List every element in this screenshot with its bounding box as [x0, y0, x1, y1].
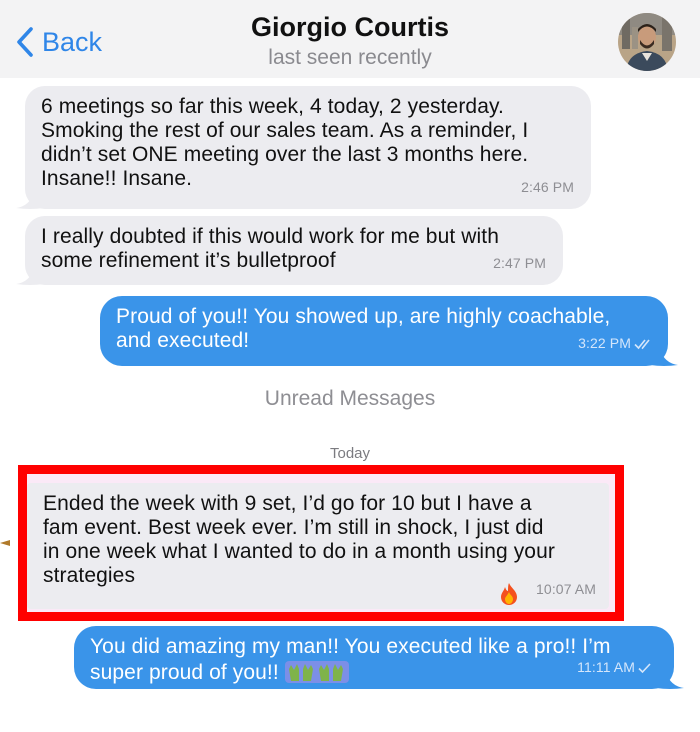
message-outgoing[interactable]: Proud of you!! You showed up, are highly… [100, 296, 668, 366]
chat-header: Back Giorgio Courtis last seen recently [0, 0, 700, 78]
avatar[interactable] [618, 13, 676, 71]
message-timestamp: 3:22 PM [578, 331, 654, 357]
message-timestamp: 2:47 PM [493, 255, 546, 271]
message-text-line: I really doubted if this would work for … [41, 225, 499, 248]
single-check-icon [638, 657, 652, 681]
message-text-line: super proud of you!! [90, 659, 656, 689]
unread-messages-divider: Unread Messages [264, 387, 436, 410]
raising-hands-emoji-icon [284, 659, 349, 689]
arrow-tip-icon [0, 540, 10, 546]
message-text-line: 6 meetings so far this week, 4 today, 2 … [41, 95, 504, 118]
fire-emoji-icon [498, 582, 520, 612]
message-incoming[interactable]: Ended the week with 9 set, I’d go for 10… [27, 483, 609, 609]
message-text-line: some refinement it’s bulletproof [41, 249, 336, 272]
message-text-line: You did amazing my man!! You executed li… [90, 635, 611, 658]
message-text-line: Smoking the rest of our sales team. As a… [41, 119, 529, 142]
double-check-icon [634, 333, 654, 357]
message-timestamp: 11:11 AM [577, 655, 652, 681]
message-text-line: Ended the week with 9 set, I’d go for 10… [43, 492, 532, 515]
message-outgoing[interactable]: You did amazing my man!! You executed li… [74, 626, 674, 689]
message-text-line: in one week what I wanted to do in a mon… [43, 540, 555, 563]
message-incoming[interactable]: I really doubted if this would work for … [25, 216, 563, 285]
message-incoming[interactable]: 6 meetings so far this week, 4 today, 2 … [25, 86, 591, 209]
date-divider: Today [329, 445, 371, 462]
message-text-line: fam event. Best week ever. I’m still in … [43, 516, 544, 539]
message-timestamp: 2:46 PM [521, 179, 574, 195]
contact-name[interactable]: Giorgio Courtis [0, 12, 700, 43]
message-text-line: Proud of you!! You showed up, are highly… [116, 305, 611, 328]
last-seen-status: last seen recently [268, 46, 432, 69]
message-text-line: didn’t set ONE meeting over the last 3 m… [41, 143, 529, 166]
message-timestamp: 10:07 AM [536, 581, 596, 597]
message-text-line: Insane!! Insane. [41, 167, 193, 190]
message-text-line: and executed! [116, 329, 250, 352]
